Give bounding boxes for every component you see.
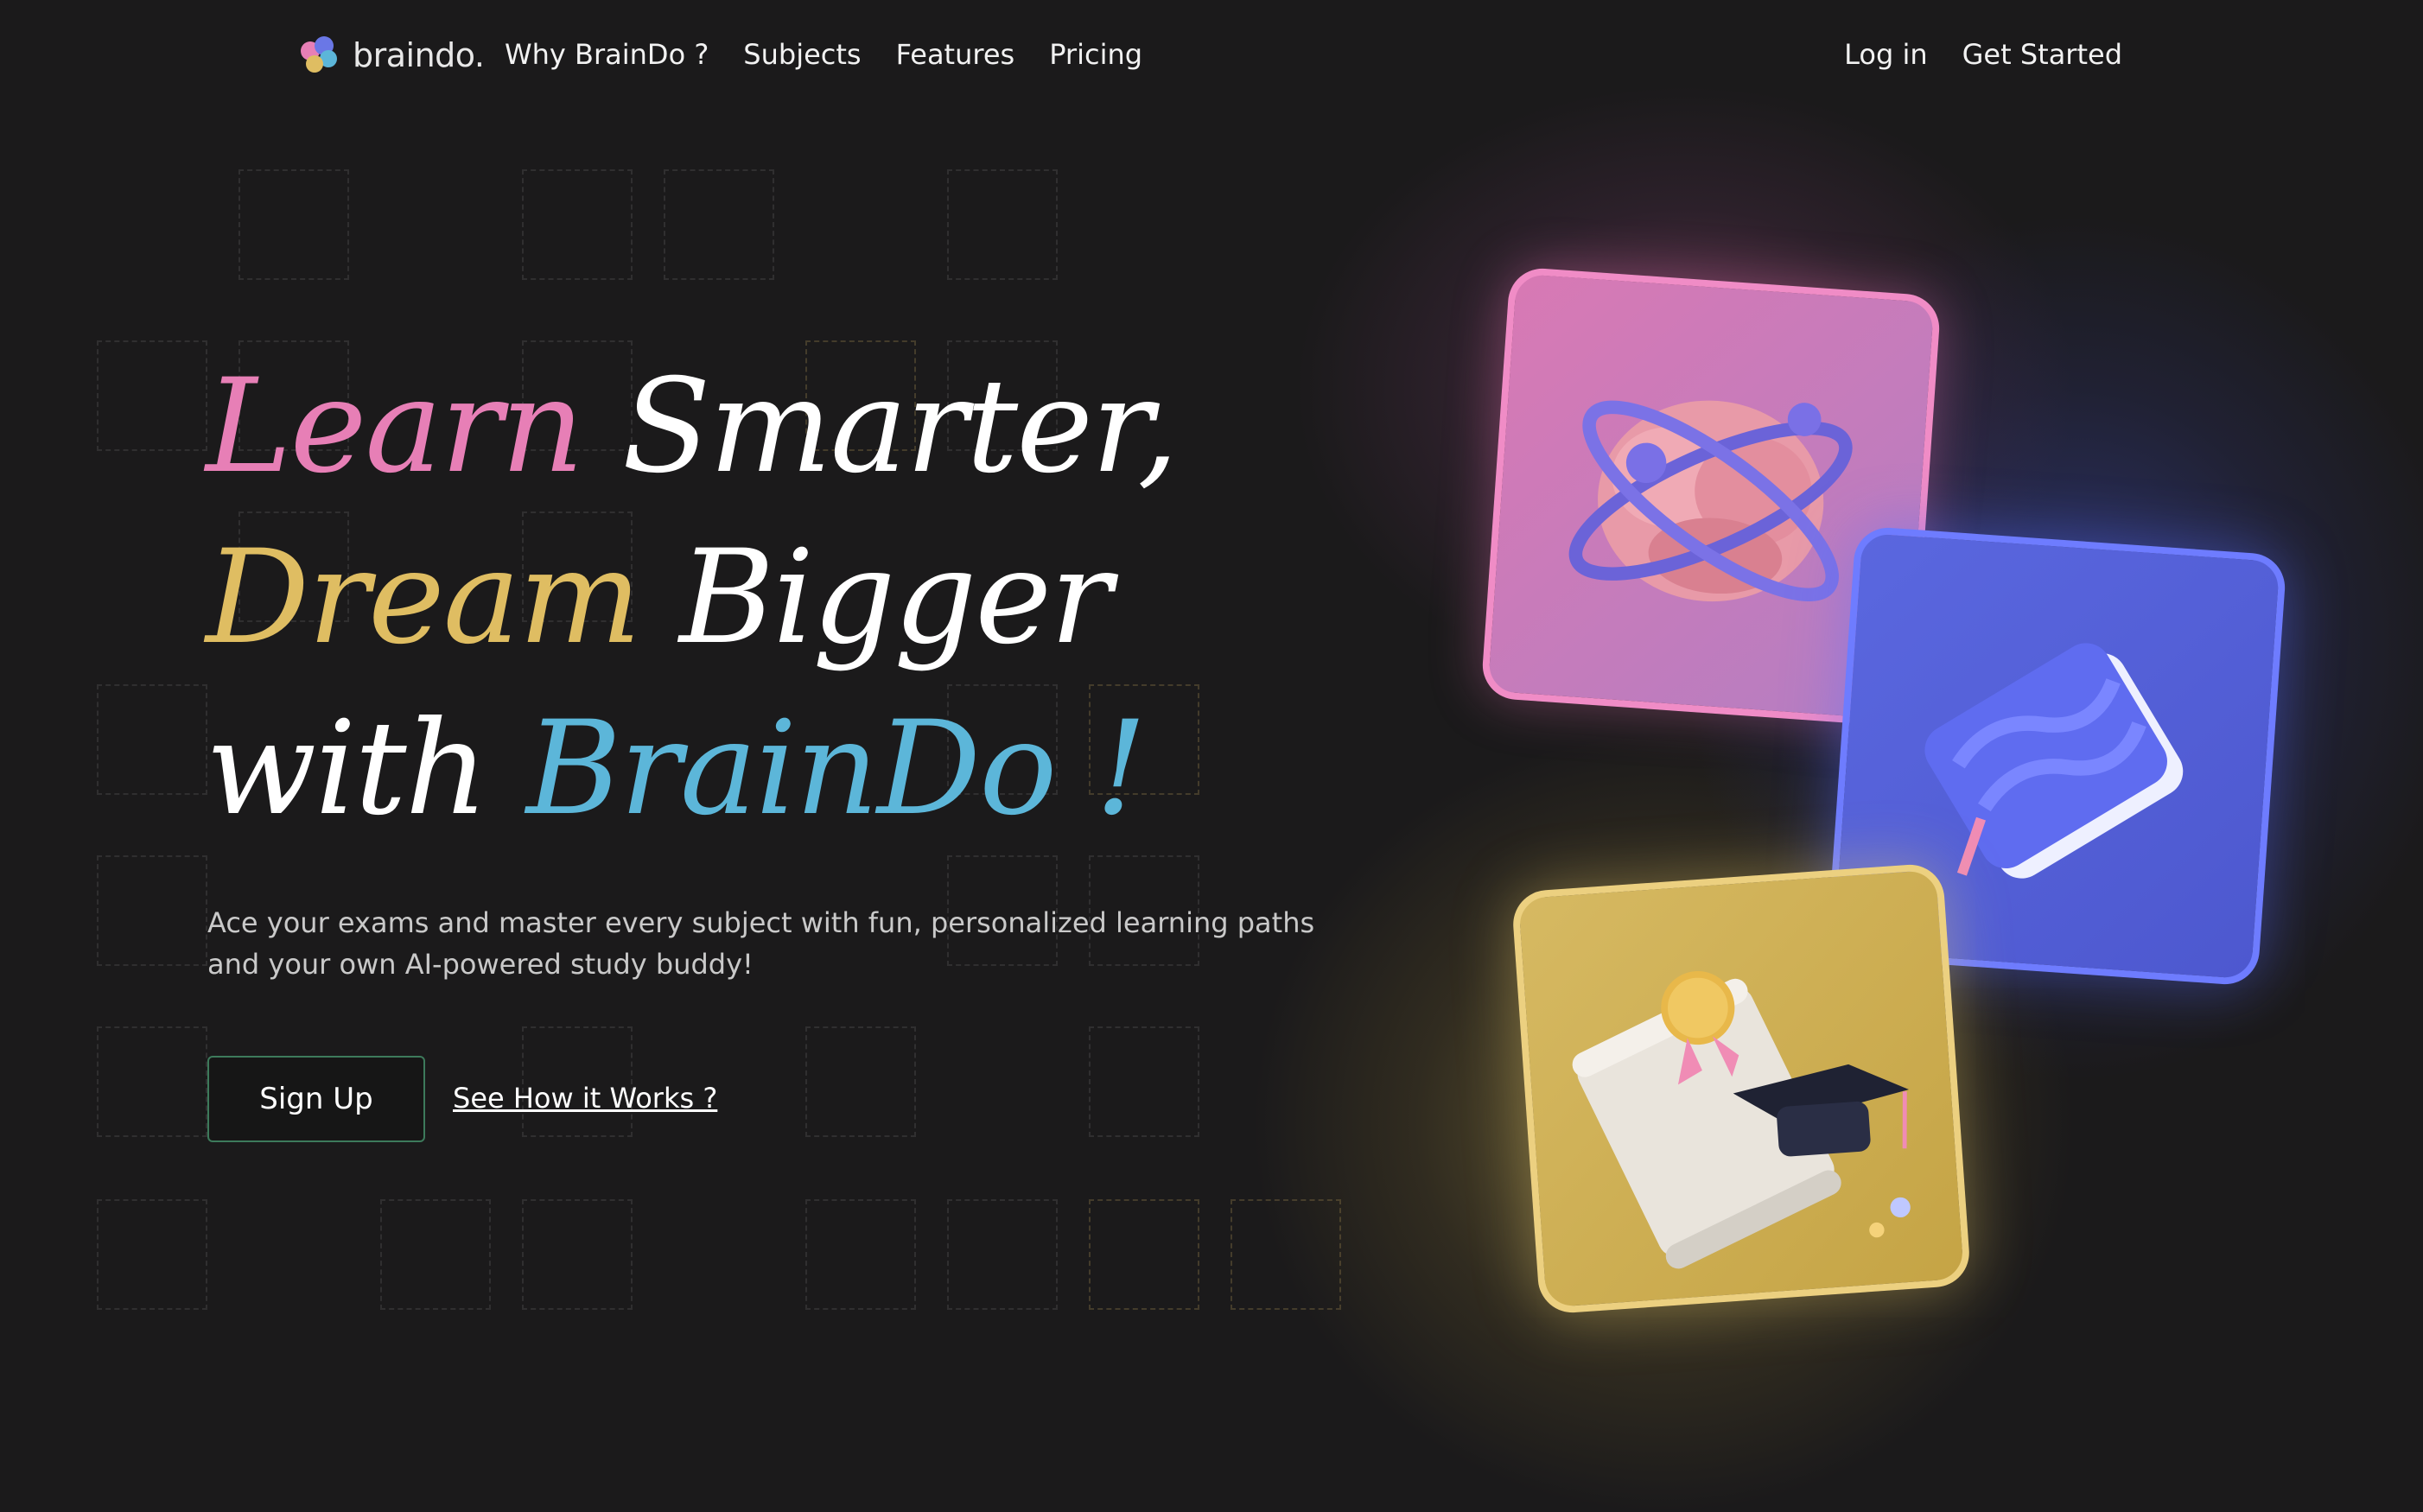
sign-up-button[interactable]: Sign Up [207,1056,425,1142]
brand-logo[interactable]: braindo. [299,35,485,76]
grid-square [97,855,207,966]
hero-subtitle: Ace your exams and master every subject … [207,906,1315,981]
headline-line-1: Learn Smarter, [206,341,1179,512]
brain-logo-icon [299,35,342,76]
headline-line-3: with BrainDo ! [206,683,1177,854]
grid-square [664,169,774,280]
grid-square [805,1026,916,1137]
grid-square [805,1199,916,1310]
grid-square [97,684,207,795]
grid-square [522,169,633,280]
nav-link-pricing[interactable]: Pricing [1049,38,1142,71]
nav-link-why-braindo[interactable]: Why BrainDo ? [505,38,709,71]
hero-headline: Learn Smarter, Dream Bigger with BrainDo… [206,341,1179,854]
grid-square [1089,1199,1199,1310]
headline-word-bigger: Bigger [679,523,1112,673]
nav-auth: Log in Get Started [1844,38,2122,71]
grid-square [1089,1026,1199,1137]
grid-square [97,1199,207,1310]
get-started-link[interactable]: Get Started [1962,38,2122,71]
headline-word-dream: Dream [206,523,641,673]
headline-word-with: with [206,694,488,844]
grid-square [97,340,207,451]
grid-square [238,169,349,280]
diploma-icon [1572,970,1911,1269]
brand-name: braindo. [353,36,485,74]
headline-word-braindo: BrainDo ! [525,694,1147,844]
grid-square [947,169,1058,280]
grid-square [380,1199,491,1310]
feature-card-diploma [1510,862,1972,1315]
nav-link-subjects[interactable]: Subjects [743,38,861,71]
see-how-it-works-link[interactable]: See How it Works ? [453,1082,717,1115]
grid-square [97,1026,207,1137]
grid-square [1231,1199,1341,1310]
top-navbar: braindo. Why BrainDo ? Subjects Features… [0,0,2423,116]
grid-square [947,1199,1058,1310]
headline-word-learn: Learn [206,352,584,502]
headline-line-2: Dream Bigger [206,512,1177,683]
nav-links: Why BrainDo ? Subjects Features Pricing [505,38,1142,71]
login-link[interactable]: Log in [1844,38,1928,71]
headline-word-smarter: Smarter, [621,352,1179,502]
nav-link-features[interactable]: Features [896,38,1015,71]
grid-square [522,1199,633,1310]
